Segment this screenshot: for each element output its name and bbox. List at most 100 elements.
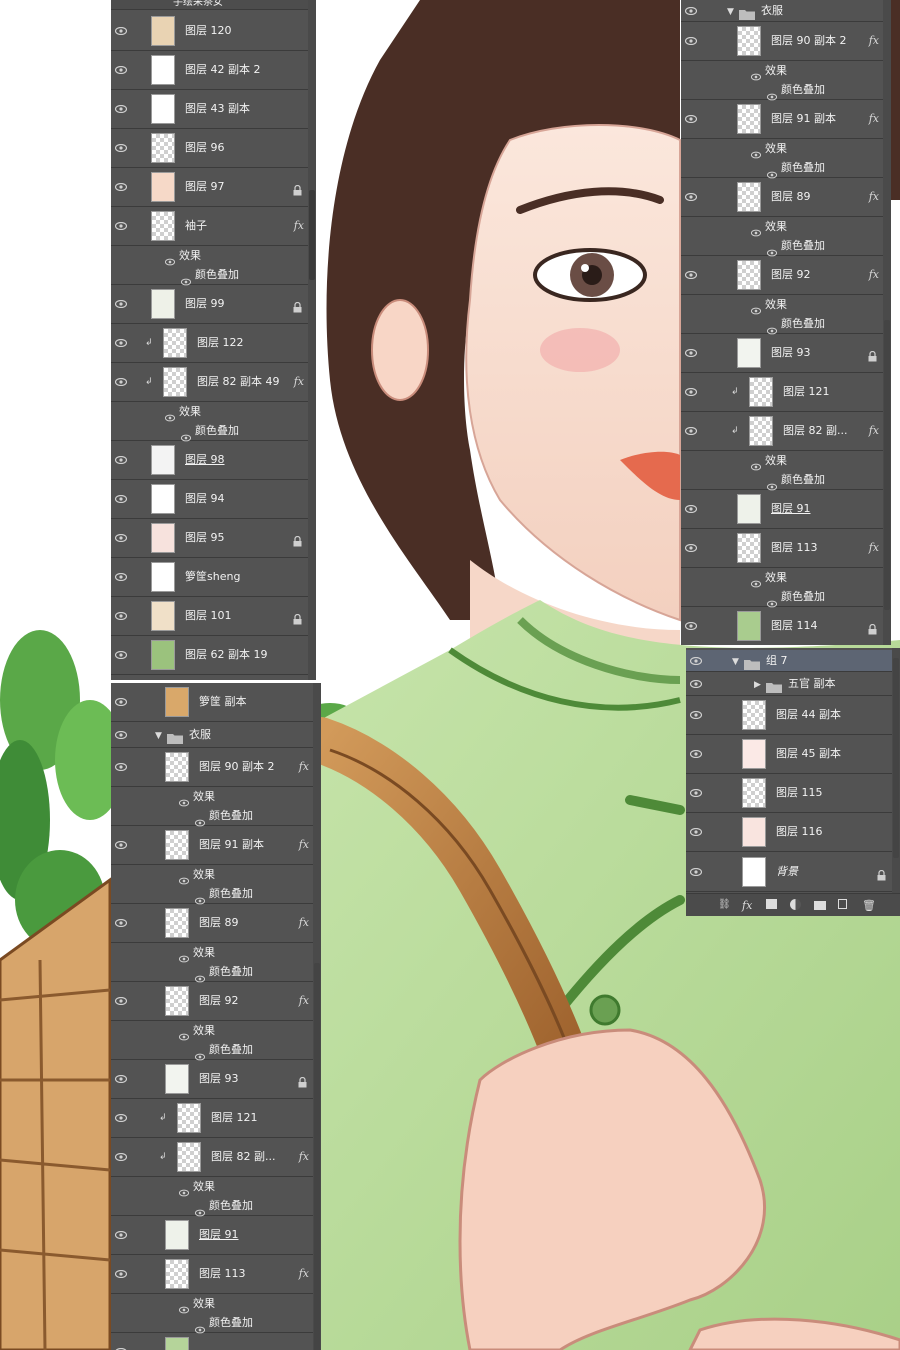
layer-effect-row[interactable]: 颜色叠加 <box>681 237 891 257</box>
effect-visibility-icon[interactable] <box>766 476 778 491</box>
effect-visibility-icon[interactable] <box>766 164 778 179</box>
effect-visibility-icon[interactable] <box>194 968 206 983</box>
layer-effect-row[interactable]: 效果 <box>681 139 891 159</box>
layer-row[interactable]: 图层 90 副本 2 fx <box>681 22 891 61</box>
layer-effect-row[interactable]: 颜色叠加 <box>111 807 321 827</box>
visibility-eye-icon[interactable] <box>681 373 705 411</box>
layer-effect-row[interactable]: 颜色叠加 <box>681 81 891 101</box>
visibility-eye-icon[interactable] <box>111 982 135 1020</box>
layer-group-header[interactable]: 手绘采茶女 <box>111 0 316 10</box>
layer-row[interactable]: 图层 95 <box>111 519 316 558</box>
scrollbar-thumb[interactable] <box>893 658 899 858</box>
layer-effect-row[interactable]: 颜色叠加 <box>681 315 891 335</box>
layer-row[interactable]: 箩筐 副本 <box>111 683 321 722</box>
layer-group-row[interactable]: ▼ 衣服 <box>681 0 891 22</box>
visibility-eye-icon[interactable] <box>111 51 135 89</box>
delete-layer-icon[interactable]: 🗑 <box>862 899 876 912</box>
visibility-eye-icon[interactable] <box>111 363 135 401</box>
collapse-arrow-icon[interactable]: ▼ <box>155 731 162 741</box>
layer-effect-row[interactable]: 颜色叠加 <box>111 963 321 983</box>
layer-effect-row[interactable]: 效果 <box>681 217 891 237</box>
layer-row[interactable]: 图层 45 副本 <box>686 735 900 774</box>
effect-visibility-icon[interactable] <box>750 300 762 315</box>
collapse-arrow-icon[interactable]: ▼ <box>732 657 739 667</box>
scrollbar-thumb[interactable] <box>309 190 315 280</box>
visibility-eye-icon[interactable] <box>111 90 135 128</box>
effect-visibility-icon[interactable] <box>194 1046 206 1061</box>
visibility-eye-icon[interactable] <box>111 1216 135 1254</box>
layer-row[interactable]: 图层 116 <box>686 813 900 852</box>
effect-visibility-icon[interactable] <box>750 144 762 159</box>
layer-row[interactable]: 图层 94 <box>111 480 316 519</box>
effect-visibility-icon[interactable] <box>180 271 192 286</box>
layer-fx-icon[interactable]: fx <box>869 541 879 554</box>
layer-effect-row[interactable]: 颜色叠加 <box>111 885 321 905</box>
effect-visibility-icon[interactable] <box>750 456 762 471</box>
effect-visibility-icon[interactable] <box>750 573 762 588</box>
layer-fx-icon[interactable]: fx <box>299 838 309 851</box>
layer-group-row[interactable]: ▼ 组 7 <box>686 650 900 672</box>
visibility-eye-icon[interactable] <box>111 207 135 245</box>
layer-effect-row[interactable]: 效果 <box>111 1021 321 1041</box>
scrollbar[interactable] <box>883 0 891 645</box>
layer-row[interactable] <box>111 1333 321 1350</box>
layer-row[interactable]: 袖子 fx <box>111 207 316 246</box>
layer-effect-row[interactable]: 效果 <box>681 451 891 471</box>
layer-effect-row[interactable]: 效果 <box>111 1177 321 1197</box>
layer-effect-row[interactable]: 颜色叠加 <box>111 1314 321 1334</box>
visibility-eye-icon[interactable] <box>111 12 135 50</box>
layer-effect-row[interactable]: 效果 <box>111 246 316 266</box>
layer-effect-row[interactable]: 颜色叠加 <box>111 1041 321 1061</box>
layer-fx-icon[interactable]: fx <box>299 1150 309 1163</box>
layer-fx-icon[interactable]: fx <box>869 424 879 437</box>
visibility-eye-icon[interactable] <box>111 168 135 206</box>
layers-panel-left-lower[interactable]: 箩筐 副本 ▼ 衣服 图层 90 副本 2 fx 效果 颜色叠加 图层 91 副本 fx 效果 颜色… <box>111 683 321 1350</box>
visibility-eye-icon[interactable] <box>111 480 135 518</box>
visibility-eye-icon[interactable] <box>681 22 705 60</box>
layer-effect-row[interactable]: 颜色叠加 <box>681 588 891 608</box>
layers-panel-right-lower[interactable]: ▼ 组 7 ▶ 五官 副本 图层 44 副本 图层 45 副本 图层 115 图层 116 背景… <box>686 648 900 916</box>
layer-effect-row[interactable]: 颜色叠加 <box>681 471 891 491</box>
effect-visibility-icon[interactable] <box>750 222 762 237</box>
layer-row[interactable]: 图层 91 副本 fx <box>681 100 891 139</box>
layer-effect-row[interactable]: 效果 <box>681 568 891 588</box>
visibility-eye-icon[interactable] <box>111 129 135 167</box>
visibility-eye-icon[interactable] <box>681 607 705 645</box>
layer-fx-icon[interactable]: fx <box>869 190 879 203</box>
effect-visibility-icon[interactable] <box>750 66 762 81</box>
visibility-eye-icon[interactable] <box>681 178 705 216</box>
scrollbar-thumb[interactable] <box>314 963 320 1350</box>
visibility-eye-icon[interactable] <box>111 441 135 479</box>
layer-effect-row[interactable]: 效果 <box>111 1294 321 1314</box>
layer-row[interactable]: 背景 <box>686 852 900 892</box>
layer-row[interactable]: 图层 92 fx <box>111 982 321 1021</box>
layer-row[interactable]: 图层 120 <box>111 12 316 51</box>
layer-fx-icon[interactable]: fx <box>299 916 309 929</box>
visibility-eye-icon[interactable] <box>686 813 710 851</box>
layers-panel-right[interactable]: ▼ 衣服 图层 90 副本 2 fx 效果 颜色叠加 图层 91 副本 fx 效果 颜色叠加 图层 … <box>681 0 891 645</box>
layer-row[interactable]: 图层 91 <box>681 490 891 529</box>
adjustment-layer-icon[interactable] <box>790 899 801 910</box>
layer-fx-icon[interactable]: fx <box>869 112 879 125</box>
visibility-eye-icon[interactable] <box>111 1060 135 1098</box>
layer-row[interactable]: 图层 62 副本 19 <box>111 636 316 675</box>
visibility-eye-icon[interactable] <box>111 285 135 323</box>
layer-fx-icon[interactable]: fx <box>294 219 304 232</box>
layer-effect-row[interactable]: 效果 <box>681 295 891 315</box>
layer-row[interactable]: 图层 91 <box>111 1216 321 1255</box>
effect-visibility-icon[interactable] <box>766 242 778 257</box>
visibility-eye-icon[interactable] <box>686 774 710 812</box>
visibility-eye-icon[interactable] <box>686 672 710 695</box>
effect-visibility-icon[interactable] <box>194 812 206 827</box>
fx-icon[interactable]: fx <box>742 899 754 912</box>
visibility-eye-icon[interactable] <box>111 722 135 747</box>
effect-visibility-icon[interactable] <box>178 1026 190 1041</box>
layer-effect-row[interactable]: 颜色叠加 <box>111 266 316 286</box>
visibility-eye-icon[interactable] <box>111 1138 135 1176</box>
layer-row[interactable]: ↲ 图层 82 副本 49 fx <box>111 363 316 402</box>
effect-visibility-icon[interactable] <box>178 1299 190 1314</box>
layer-row[interactable]: 图层 89 fx <box>111 904 321 943</box>
layer-effect-row[interactable]: 颜色叠加 <box>681 159 891 179</box>
layer-row[interactable]: 图层 113 fx <box>681 529 891 568</box>
collapse-arrow-icon[interactable]: ▼ <box>727 7 734 17</box>
